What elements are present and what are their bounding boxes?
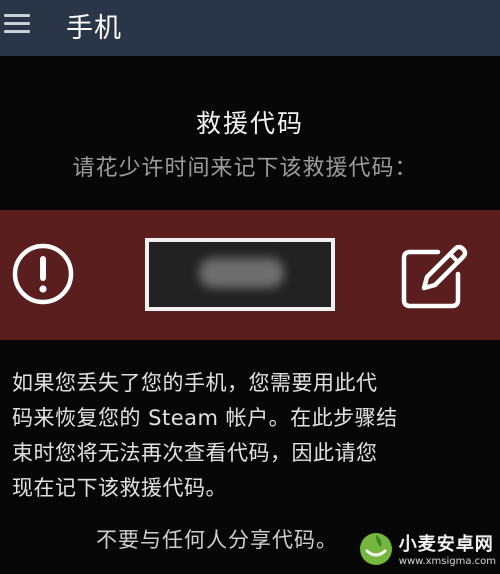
edit-pencil-icon[interactable] xyxy=(400,240,470,310)
top-bar: 手机 xyxy=(0,0,500,56)
explanation-line: 如果您丢失了您的手机，您需要用此代 xyxy=(12,371,378,395)
watermark-url: www.xmsigma.com xyxy=(398,555,496,567)
watermark-name: 小麦安卓网 xyxy=(398,533,494,555)
watermark: 小麦安卓网 www.xmsigma.com xyxy=(357,526,496,570)
recovery-code-band xyxy=(0,210,500,340)
app-screen: 手机 救援代码 请花少许时间来记下该救援代码： 如果您丢失了您的手机，您需要用此… xyxy=(0,0,500,574)
explanation-line: 现在记下该救援代码。 xyxy=(12,476,227,500)
hamburger-menu-icon[interactable] xyxy=(4,8,34,38)
share-warning-note: 不要与任何人分享代码。 xyxy=(96,528,338,552)
recovery-code-value xyxy=(199,258,284,288)
exclamation-circle-icon xyxy=(12,243,74,305)
recovery-heading: 救援代码 xyxy=(195,109,304,138)
recovery-instruction: 请花少许时间来记下该救援代码： xyxy=(72,156,418,181)
recovery-explanation: 如果您丢失了您的手机，您需要用此代 码来恢复您的 Steam 帐户。在此步骤结 … xyxy=(12,366,490,506)
page-title: 手机 xyxy=(66,13,122,44)
explanation-line: 束时您将无法再次查看代码，因此请您 xyxy=(12,441,378,465)
explanation-line: 码来恢复您的 Steam 帐户。在此步骤结 xyxy=(12,406,398,430)
recovery-code-box xyxy=(145,238,335,311)
watermark-logo-icon xyxy=(359,533,392,565)
